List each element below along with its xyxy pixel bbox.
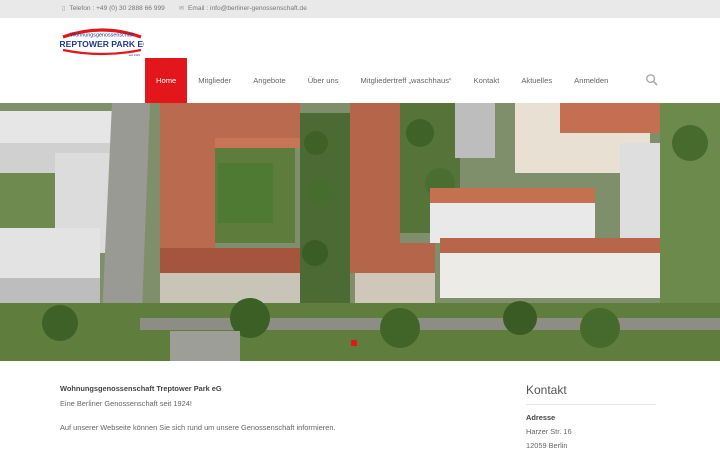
nav-item-aktuelles[interactable]: Aktuelles (510, 58, 563, 103)
email-contact[interactable]: ✉ Email : info@berliner-genossenschaft.de (179, 0, 307, 18)
logo-graphic: Wohnungsgenossenschaft TREPTOWER PARK EG… (54, 28, 150, 57)
phone-icon: ▯ (62, 6, 66, 12)
nav-item-angebote[interactable]: Angebote (242, 58, 297, 103)
nav-item-anmelden[interactable]: Anmelden (563, 58, 619, 103)
site-logo[interactable]: Wohnungsgenossenschaft TREPTOWER PARK EG… (54, 25, 150, 59)
nav-item-ueber-uns[interactable]: Über uns (297, 58, 350, 103)
nav-item-home[interactable]: Home (145, 58, 188, 103)
search-icon[interactable] (645, 73, 659, 87)
aerial-city-photo (0, 103, 720, 361)
nav-item-mitglieder[interactable]: Mitglieder (187, 58, 242, 103)
cooperative-info: Auf unserer Webseite können Sie sich run… (60, 423, 336, 432)
nav-item-kontakt[interactable]: Kontakt (463, 58, 511, 103)
envelope-icon: ✉ (179, 6, 185, 12)
phone-contact: ▯ Telefon : +49 (0) 30 2888 66 999 (62, 0, 165, 18)
logo-line3: seit 1924 (129, 53, 141, 57)
sidebar-title: Kontakt (526, 383, 656, 405)
logo-line1: Wohnungsgenossenschaft (70, 33, 134, 39)
main-nav: Home Mitglieder Angebote Über uns Mitgli… (145, 58, 619, 103)
site-header: Wohnungsgenossenschaft TREPTOWER PARK EG… (0, 18, 720, 103)
email-text[interactable]: Email : info@berliner-genossenschaft.de (188, 5, 307, 12)
nav-item-waschhaus[interactable]: Mitgliedertreff „waschhaus“ (350, 58, 463, 103)
main-content: Wohnungsgenossenschaft Treptower Park eG… (60, 384, 500, 432)
hero-slider[interactable] (0, 103, 720, 361)
phone-text: Telefon : +49 (0) 30 2888 66 999 (69, 5, 165, 12)
logo-line2: TREPTOWER PARK EG (60, 39, 144, 49)
cooperative-name: Wohnungsgenossenschaft Treptower Park eG (60, 384, 222, 393)
cooperative-subtitle: Eine Berliner Genossenschaft seit 1924! (60, 399, 192, 408)
address-city: 12059 Berlin (526, 441, 568, 450)
slider-dot-active[interactable] (351, 340, 357, 346)
contact-sidebar: Kontakt Adresse Harzer Str. 16 12059 Ber… (526, 383, 656, 450)
address-label: Adresse (526, 413, 556, 422)
top-bar: ▯ Telefon : +49 (0) 30 2888 66 999 ✉ Email… (0, 0, 720, 18)
address-street: Harzer Str. 16 (526, 427, 572, 436)
